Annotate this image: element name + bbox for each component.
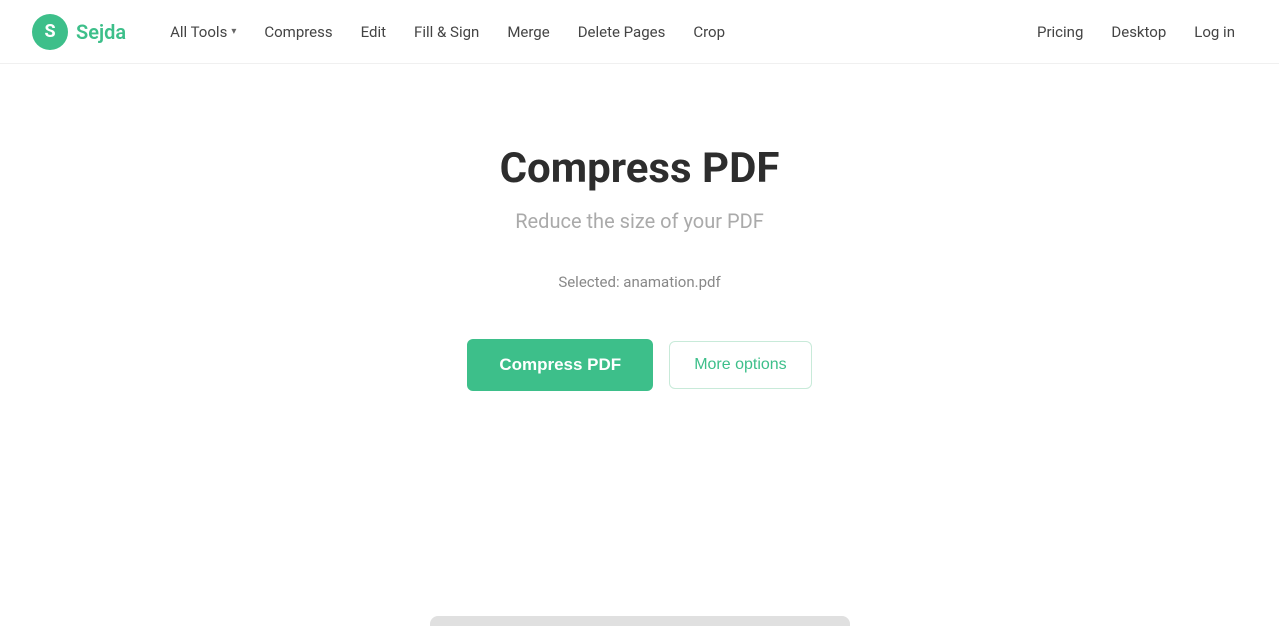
nav-delete-pages[interactable]: Delete Pages [566, 15, 678, 49]
nav-links-left: All Tools ▾ Compress Edit Fill & Sign Me… [158, 15, 1025, 49]
nav-links-right: Pricing Desktop Log in [1025, 15, 1247, 49]
actions-row: Compress PDF More options [467, 339, 811, 391]
bottom-bar-decoration [430, 616, 850, 626]
compress-pdf-button[interactable]: Compress PDF [467, 339, 653, 391]
nav-login[interactable]: Log in [1182, 15, 1247, 49]
nav-fill-sign[interactable]: Fill & Sign [402, 15, 491, 49]
page-subtitle: Reduce the size of your PDF [515, 209, 764, 233]
main-content: Compress PDF Reduce the size of your PDF… [0, 64, 1279, 391]
nav-merge[interactable]: Merge [495, 15, 561, 49]
nav-desktop[interactable]: Desktop [1099, 15, 1178, 49]
chevron-down-icon: ▾ [231, 26, 236, 37]
more-options-button[interactable]: More options [669, 341, 812, 389]
nav-compress[interactable]: Compress [252, 15, 344, 49]
logo-link[interactable]: S Sejda [32, 14, 126, 50]
nav-all-tools[interactable]: All Tools ▾ [158, 15, 248, 49]
logo-icon: S [32, 14, 68, 50]
logo-text: Sejda [76, 20, 126, 44]
page-title: Compress PDF [500, 144, 780, 193]
nav-pricing[interactable]: Pricing [1025, 15, 1095, 49]
nav-crop[interactable]: Crop [681, 15, 737, 49]
nav-edit[interactable]: Edit [349, 15, 398, 49]
navbar: S Sejda All Tools ▾ Compress Edit Fill &… [0, 0, 1279, 64]
selected-file-label: Selected: anamation.pdf [558, 273, 720, 291]
